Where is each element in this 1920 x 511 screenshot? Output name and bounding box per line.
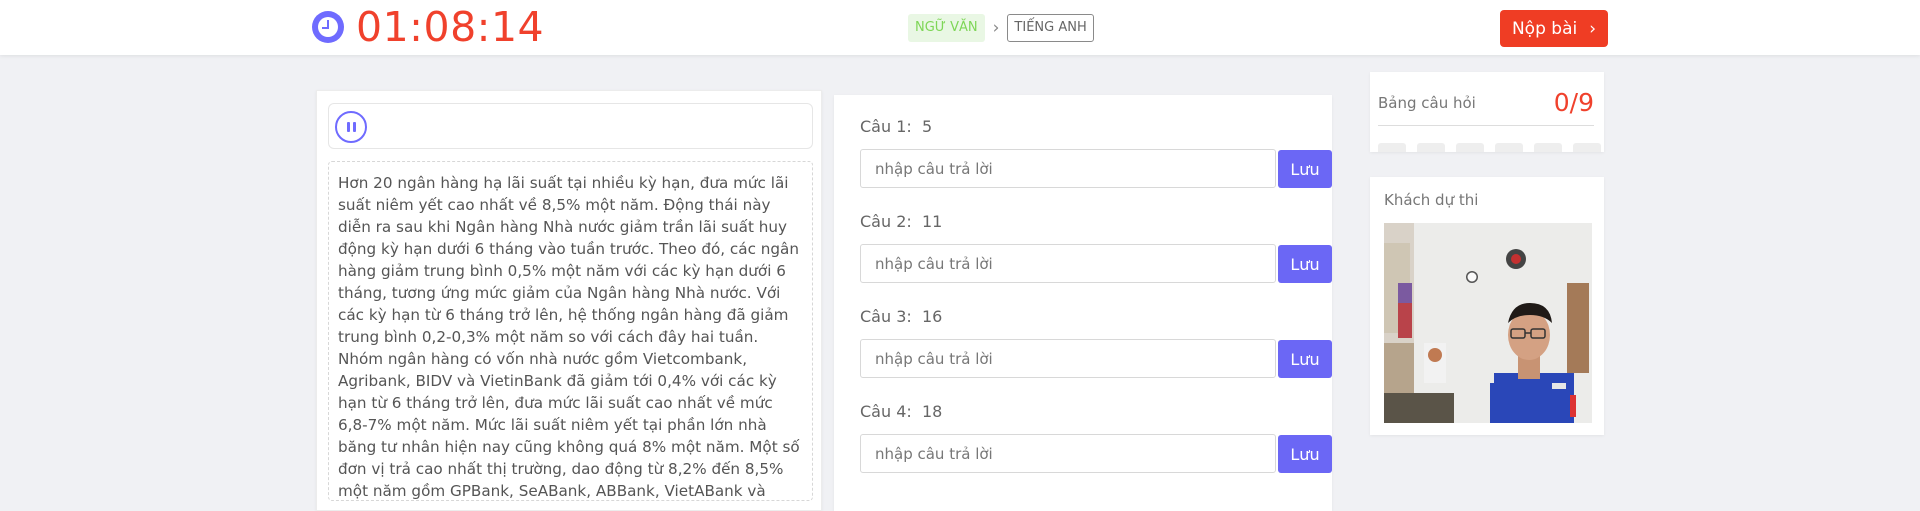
chevron-right-icon: › [992, 18, 1000, 38]
chevron-right-icon: › [1589, 18, 1597, 39]
countdown-timer: 01:08:14 [312, 3, 545, 51]
question-item: Câu 1: 5 Lưu [847, 95, 1332, 190]
question-chip[interactable] [1573, 143, 1601, 152]
save-button[interactable]: Lưu [1278, 340, 1332, 378]
pause-icon[interactable] [335, 111, 367, 143]
answer-input[interactable] [860, 434, 1276, 473]
question-chip[interactable] [1417, 143, 1445, 152]
clock-icon [312, 11, 344, 43]
subject-tab-next[interactable]: TIẾNG ANH [1007, 14, 1094, 42]
question-label: Câu 4: 18 [860, 402, 943, 421]
question-chip[interactable] [1534, 143, 1562, 152]
question-board-count: 0/9 [1553, 88, 1594, 117]
question-chip-row [1378, 143, 1601, 152]
reading-passage: Hơn 20 ngân hàng hạ lãi suất tại nhiều k… [328, 161, 813, 501]
question-board: Bảng câu hỏi 0/9 [1370, 72, 1604, 152]
answers-panel: Câu 1: 5 Lưu Câu 2: 11 Lưu Câu 3: 16 Lưu… [834, 95, 1332, 511]
question-chip[interactable] [1378, 143, 1406, 152]
subject-breadcrumb: NGỮ VĂN › TIẾNG ANH [908, 14, 1094, 42]
save-button[interactable]: Lưu [1278, 435, 1332, 473]
question-label: Câu 3: 16 [860, 307, 943, 326]
audio-control-bar [328, 103, 813, 149]
reading-panel: Hơn 20 ngân hàng hạ lãi suất tại nhiều k… [316, 90, 822, 511]
question-item: Câu 2: 11 Lưu [847, 190, 1332, 285]
submit-button[interactable]: Nộp bài › [1500, 10, 1608, 47]
subject-tab-active[interactable]: NGỮ VĂN [908, 14, 985, 42]
submit-button-label: Nộp bài [1511, 18, 1578, 39]
question-label: Câu 1: 5 [860, 117, 933, 136]
question-chip[interactable] [1495, 143, 1523, 152]
save-button[interactable]: Lưu [1278, 150, 1332, 188]
question-chip[interactable] [1456, 143, 1484, 152]
divider [1378, 125, 1594, 126]
question-item: Câu 4: 18 Lưu [847, 380, 1332, 475]
question-label: Câu 2: 11 [860, 212, 943, 231]
top-bar: 01:08:14 NGỮ VĂN › TIẾNG ANH Nộp bài › [0, 0, 1920, 55]
answer-input[interactable] [860, 149, 1276, 188]
examinee-panel: Khách dự thi [1370, 177, 1604, 435]
question-board-title: Bảng câu hỏi [1378, 94, 1476, 112]
timer-value: 01:08:14 [356, 3, 545, 51]
answer-input[interactable] [860, 244, 1276, 283]
examinee-title: Khách dự thi [1384, 191, 1479, 209]
webcam-feed [1384, 223, 1592, 423]
question-item: Câu 3: 16 Lưu [847, 285, 1332, 380]
answer-input[interactable] [860, 339, 1276, 378]
save-button[interactable]: Lưu [1278, 245, 1332, 283]
